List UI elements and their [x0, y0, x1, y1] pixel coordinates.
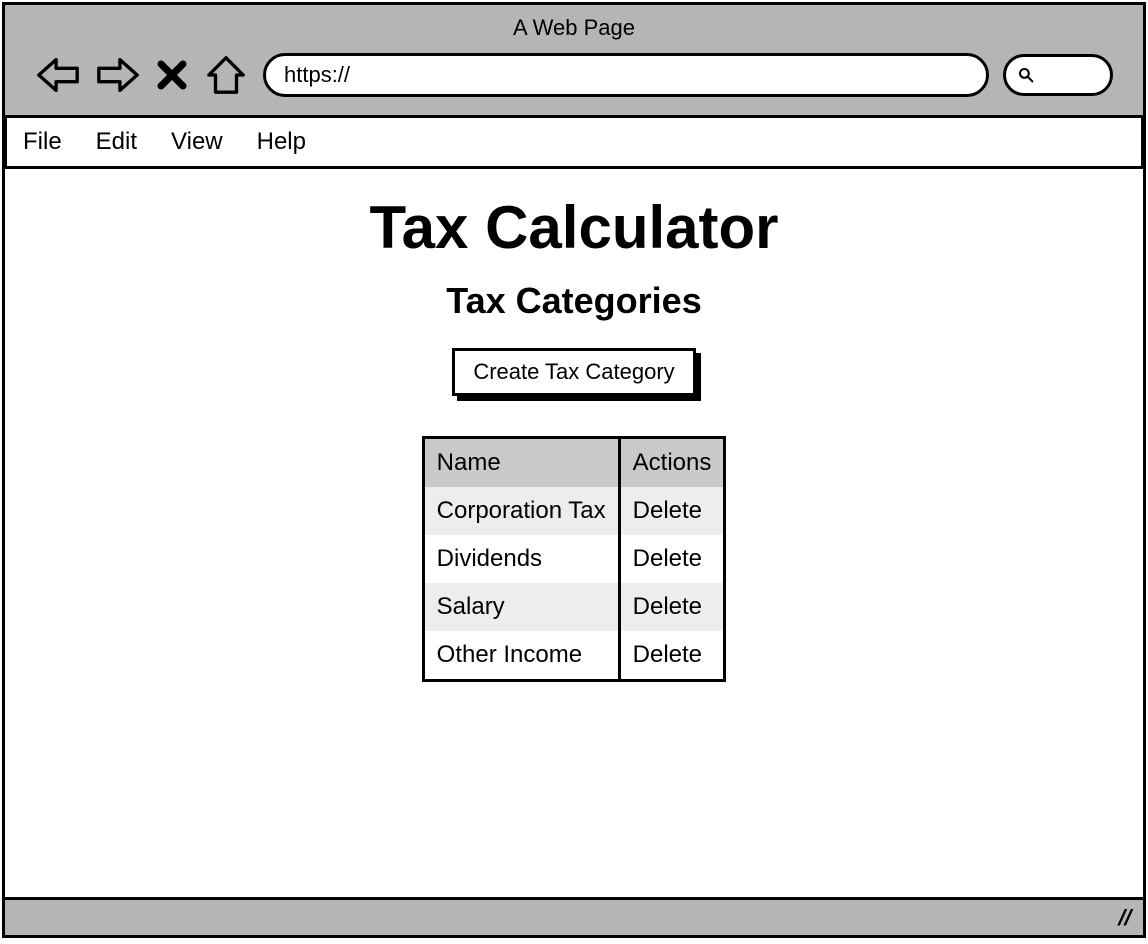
menu-help[interactable]: Help — [257, 128, 306, 156]
table-row: Corporation Tax Delete — [425, 487, 724, 535]
delete-link[interactable]: Delete — [619, 487, 723, 535]
delete-link[interactable]: Delete — [619, 535, 723, 583]
table-row: Dividends Delete — [425, 535, 724, 583]
x-icon — [157, 60, 187, 90]
table-row: Salary Delete — [425, 583, 724, 631]
window-title: A Web Page — [5, 11, 1143, 47]
menu-edit[interactable]: Edit — [96, 128, 137, 156]
delete-link[interactable]: Delete — [619, 583, 723, 631]
browser-window: A Web Page — [2, 2, 1146, 938]
browser-chrome: A Web Page — [5, 5, 1143, 118]
back-button[interactable] — [35, 54, 81, 96]
home-button[interactable] — [203, 54, 249, 96]
search-button[interactable] — [1003, 54, 1113, 96]
delete-link[interactable]: Delete — [619, 631, 723, 679]
statusbar: // — [5, 897, 1143, 935]
page-content: Tax Calculator Tax Categories Create Tax… — [5, 169, 1143, 897]
menu-view[interactable]: View — [171, 128, 223, 156]
home-icon — [205, 54, 247, 96]
menu-file[interactable]: File — [23, 128, 62, 156]
cell-name: Salary — [425, 583, 619, 631]
cell-name: Corporation Tax — [425, 487, 619, 535]
cell-name: Other Income — [425, 631, 619, 679]
arrow-right-icon — [95, 55, 141, 95]
col-header-actions: Actions — [619, 439, 723, 487]
search-icon — [1018, 67, 1034, 83]
section-title: Tax Categories — [446, 280, 701, 322]
col-header-name: Name — [425, 439, 619, 487]
menubar: File Edit View Help — [4, 118, 1144, 169]
create-tax-category-button[interactable]: Create Tax Category — [452, 348, 695, 396]
arrow-left-icon — [35, 55, 81, 95]
stop-button[interactable] — [155, 54, 189, 96]
url-bar[interactable]: https:// — [263, 53, 989, 97]
cell-name: Dividends — [425, 535, 619, 583]
forward-button[interactable] — [95, 54, 141, 96]
app-title: Tax Calculator — [369, 193, 778, 262]
table-row: Other Income Delete — [425, 631, 724, 679]
tax-category-table: Name Actions Corporation Tax Delete Divi… — [422, 436, 727, 682]
url-text: https:// — [284, 62, 350, 88]
browser-toolbar: https:// — [5, 47, 1143, 97]
resize-grip-icon[interactable]: // — [1115, 905, 1134, 931]
